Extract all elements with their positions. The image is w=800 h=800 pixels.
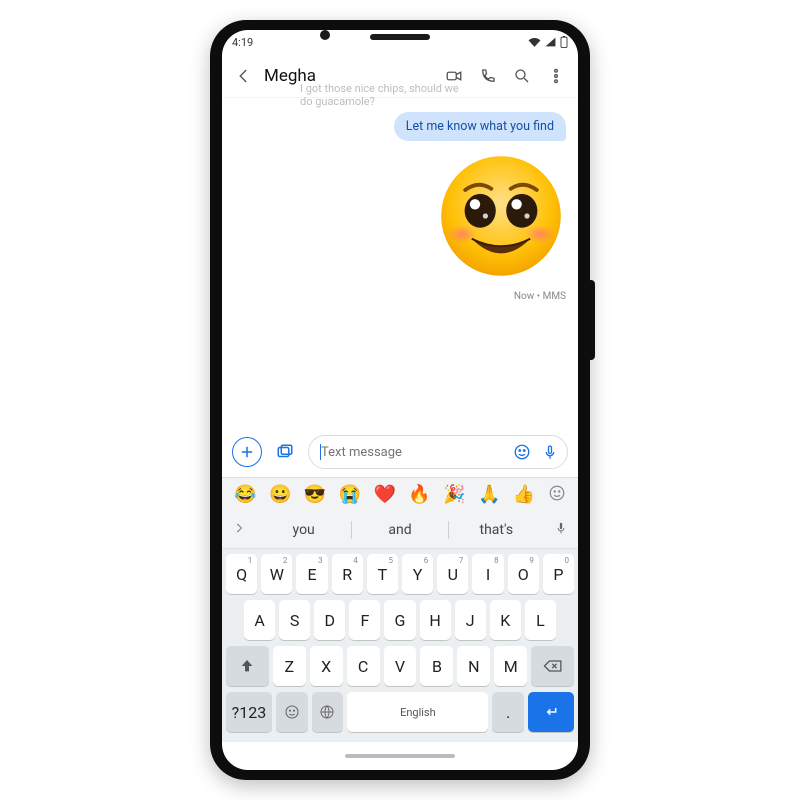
keyboard: Q1W2E3R4T5Y6U7I8O9P0 ASDFGHJKL ZXCVBNM ?… (222, 549, 578, 742)
key-period[interactable]: . (492, 692, 524, 732)
key-J[interactable]: J (455, 600, 486, 640)
key-enter[interactable] (528, 692, 574, 732)
key-H[interactable]: H (420, 600, 451, 640)
message-meta: Now • MMS (514, 291, 566, 302)
key-C[interactable]: C (347, 646, 380, 686)
key-R[interactable]: R4 (332, 554, 363, 594)
back-button[interactable] (228, 60, 260, 92)
key-X[interactable]: X (310, 646, 343, 686)
emoji-suggestion-2[interactable]: 😎 (304, 484, 326, 505)
key-I[interactable]: I8 (472, 554, 503, 594)
key-V[interactable]: V (384, 646, 417, 686)
key-P[interactable]: P0 (543, 554, 574, 594)
key-Q[interactable]: Q1 (226, 554, 257, 594)
emoji-picker-button[interactable] (511, 441, 533, 463)
key-D[interactable]: D (314, 600, 345, 640)
emoji-suggestion-1[interactable]: 😀 (269, 484, 291, 505)
phone-frame: 4:19 I got those nice chips, should we d… (210, 20, 590, 780)
gallery-button[interactable] (270, 437, 300, 467)
key-symbols[interactable]: ?123 (226, 692, 272, 732)
key-shift[interactable] (226, 646, 269, 686)
key-O[interactable]: O9 (508, 554, 539, 594)
suggestion-2[interactable]: and (352, 522, 447, 538)
key-backspace[interactable] (531, 646, 574, 686)
front-camera (320, 30, 330, 40)
voice-message-button[interactable] (539, 441, 561, 463)
suggestion-1[interactable]: you (256, 522, 351, 538)
app-header: I got those nice chips, should we do gua… (222, 54, 578, 98)
key-A[interactable]: A (244, 600, 275, 640)
signal-icon (545, 37, 556, 47)
emoji-suggestion-3[interactable]: 😭 (339, 484, 361, 505)
prev-incoming-message: I got those nice chips, should we do gua… (300, 82, 459, 108)
key-Y[interactable]: Y6 (402, 554, 433, 594)
emoji-suggestion-5[interactable]: 🔥 (408, 484, 430, 505)
search-button[interactable] (506, 60, 538, 92)
home-indicator[interactable] (345, 754, 455, 758)
key-F[interactable]: F (349, 600, 380, 640)
key-S[interactable]: S (279, 600, 310, 640)
key-space[interactable]: English (347, 692, 488, 732)
phone-speaker (370, 34, 430, 40)
emoji-suggestion-4[interactable]: ❤️ (374, 484, 396, 505)
more-button[interactable] (540, 60, 572, 92)
statusbar-time: 4:19 (232, 36, 253, 49)
nav-bar (222, 742, 578, 770)
wifi-icon (528, 37, 541, 47)
key-emoji[interactable] (276, 692, 308, 732)
key-E[interactable]: E3 (296, 554, 327, 594)
statusbar-right (528, 36, 568, 48)
voice-call-button[interactable] (472, 60, 504, 92)
emoji-suggestion-8[interactable]: 👍 (513, 484, 535, 505)
emoji-suggestion-6[interactable]: 🎉 (443, 484, 465, 505)
compose-row (222, 429, 578, 477)
key-M[interactable]: M (494, 646, 527, 686)
suggestion-3[interactable]: that's (449, 522, 544, 538)
emoji-suggestion-0[interactable]: 😂 (234, 484, 256, 505)
key-T[interactable]: T5 (367, 554, 398, 594)
compose-input-wrapper[interactable] (308, 435, 568, 469)
screen: 4:19 I got those nice chips, should we d… (222, 30, 578, 770)
add-attachment-button[interactable] (232, 437, 262, 467)
key-Z[interactable]: Z (273, 646, 306, 686)
battery-icon (560, 36, 568, 48)
emoji-more-button[interactable] (548, 484, 566, 506)
suggestion-bar: you and that's (222, 511, 578, 549)
emoji-suggestion-row: 😂 😀 😎 😭 ❤️ 🔥 🎉 🙏 👍 (222, 477, 578, 511)
key-N[interactable]: N (457, 646, 490, 686)
text-caret (320, 444, 321, 460)
key-U[interactable]: U7 (437, 554, 468, 594)
key-B[interactable]: B (420, 646, 453, 686)
key-W[interactable]: W2 (261, 554, 292, 594)
key-G[interactable]: G (384, 600, 415, 640)
sent-message-bubble[interactable]: Let me know what you find (394, 112, 566, 141)
key-language[interactable] (312, 692, 344, 732)
suggestion-expand-button[interactable] (222, 520, 256, 539)
key-L[interactable]: L (525, 600, 556, 640)
key-K[interactable]: K (490, 600, 521, 640)
voice-typing-button[interactable] (544, 520, 578, 539)
emoji-suggestion-7[interactable]: 🙏 (478, 484, 500, 505)
sent-sticker-emoji[interactable] (436, 151, 566, 285)
message-input[interactable] (321, 445, 505, 460)
conversation[interactable]: Let me know what you find (222, 98, 578, 429)
